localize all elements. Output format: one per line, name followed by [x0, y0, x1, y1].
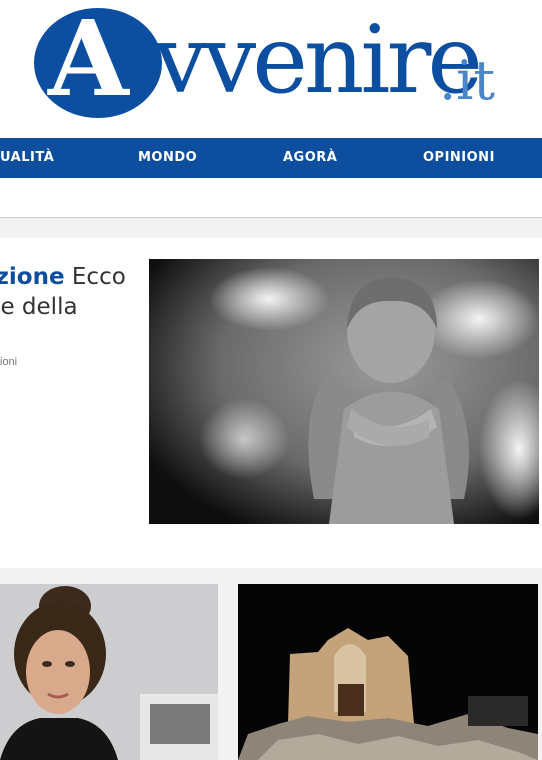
subnav-band: [0, 178, 542, 218]
nav-item-opinioni[interactable]: OPINIONI: [423, 138, 495, 178]
nav-item-attualita[interactable]: UALITÀ: [0, 138, 54, 178]
featured-title[interactable]: azione Eccoole dellaa: [0, 262, 140, 352]
article-card-ruins[interactable]: [238, 584, 538, 760]
main-nav: UALITÀ MONDO AGORÀ OPINIONI: [0, 138, 542, 178]
logo-wordmark: vvenire: [154, 6, 483, 115]
nav-item-mondo[interactable]: MONDO: [138, 138, 197, 178]
avvenire-logo[interactable]: A vvenire .it: [34, 2, 504, 124]
featured-image[interactable]: [149, 259, 539, 524]
featured-kicker: azione: [0, 264, 65, 290]
article-card-portrait[interactable]: [0, 584, 218, 760]
site-header: A vvenire .it: [0, 0, 542, 138]
featured-meta: ioni: [0, 356, 18, 368]
logo-tld: .it: [439, 49, 496, 112]
woman-portrait-photo: [0, 584, 218, 760]
ruined-church-at-night-photo: [238, 584, 538, 760]
angel-statue-photo: [149, 259, 539, 524]
logo-letter-a: A: [48, 0, 129, 120]
nav-item-agora[interactable]: AGORÀ: [283, 138, 337, 178]
